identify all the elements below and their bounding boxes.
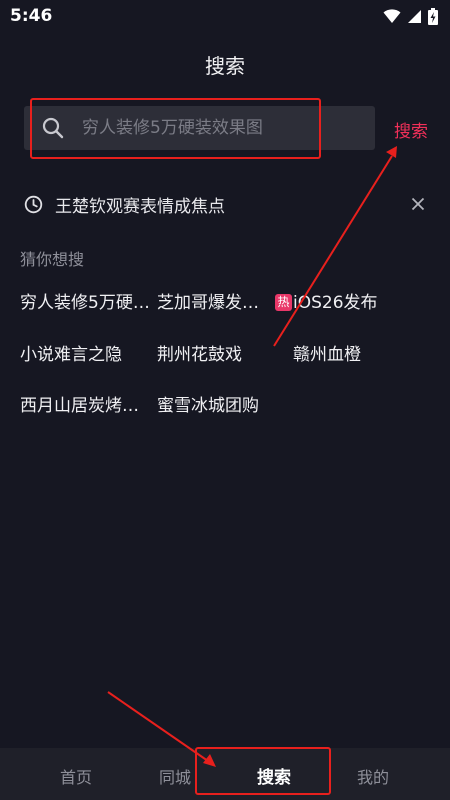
suggestion-item-hot[interactable]: 热 iOS26发布 <box>275 288 378 313</box>
suggestions-title: 猜你想搜 <box>20 250 85 269</box>
search-input[interactable] <box>80 117 344 139</box>
nav-tab-search[interactable]: 搜索 <box>257 763 291 788</box>
nav-tab-home[interactable]: 首页 <box>60 764 92 788</box>
history-item-label: 王楚钦观赛表情成焦点 <box>55 196 225 217</box>
search-button[interactable]: 搜索 <box>394 117 428 142</box>
status-bar: 5:46 <box>0 0 450 32</box>
suggestion-item[interactable]: 赣州血橙 <box>293 340 361 365</box>
suggestion-item[interactable]: 穷人装修5万硬… <box>20 288 150 313</box>
suggestion-item-label: iOS26发布 <box>293 293 378 313</box>
suggestion-item[interactable]: 荆州花鼓戏 <box>157 340 242 365</box>
suggestion-item[interactable]: 西月山居炭烤… <box>20 391 139 416</box>
suggestion-item[interactable]: 蜜雪冰城团购 <box>157 391 259 416</box>
status-icons <box>383 7 438 25</box>
clock-icon <box>24 195 43 213</box>
search-bar[interactable] <box>24 106 375 150</box>
close-icon[interactable] <box>408 194 428 214</box>
nav-tab-local[interactable]: 同城 <box>159 764 191 788</box>
battery-charging-icon <box>428 7 438 25</box>
hot-badge: 热 <box>275 294 292 311</box>
bottom-nav: 首页 同城 搜索 我的 <box>0 748 450 800</box>
annotation-arrow-head <box>386 146 397 158</box>
suggestion-item[interactable]: 芝加哥爆发… <box>157 288 259 313</box>
nav-tab-me[interactable]: 我的 <box>357 764 389 788</box>
suggestion-item[interactable]: 小说难言之隐 <box>20 340 122 365</box>
status-time: 5:46 <box>10 6 53 26</box>
search-history-item[interactable]: 王楚钦观赛表情成焦点 <box>24 190 434 218</box>
wifi-icon <box>383 8 401 23</box>
page-title: 搜索 <box>205 54 245 78</box>
search-icon <box>42 117 64 139</box>
annotation-arrow-line <box>273 155 393 347</box>
cellular-signal-icon <box>408 9 421 23</box>
